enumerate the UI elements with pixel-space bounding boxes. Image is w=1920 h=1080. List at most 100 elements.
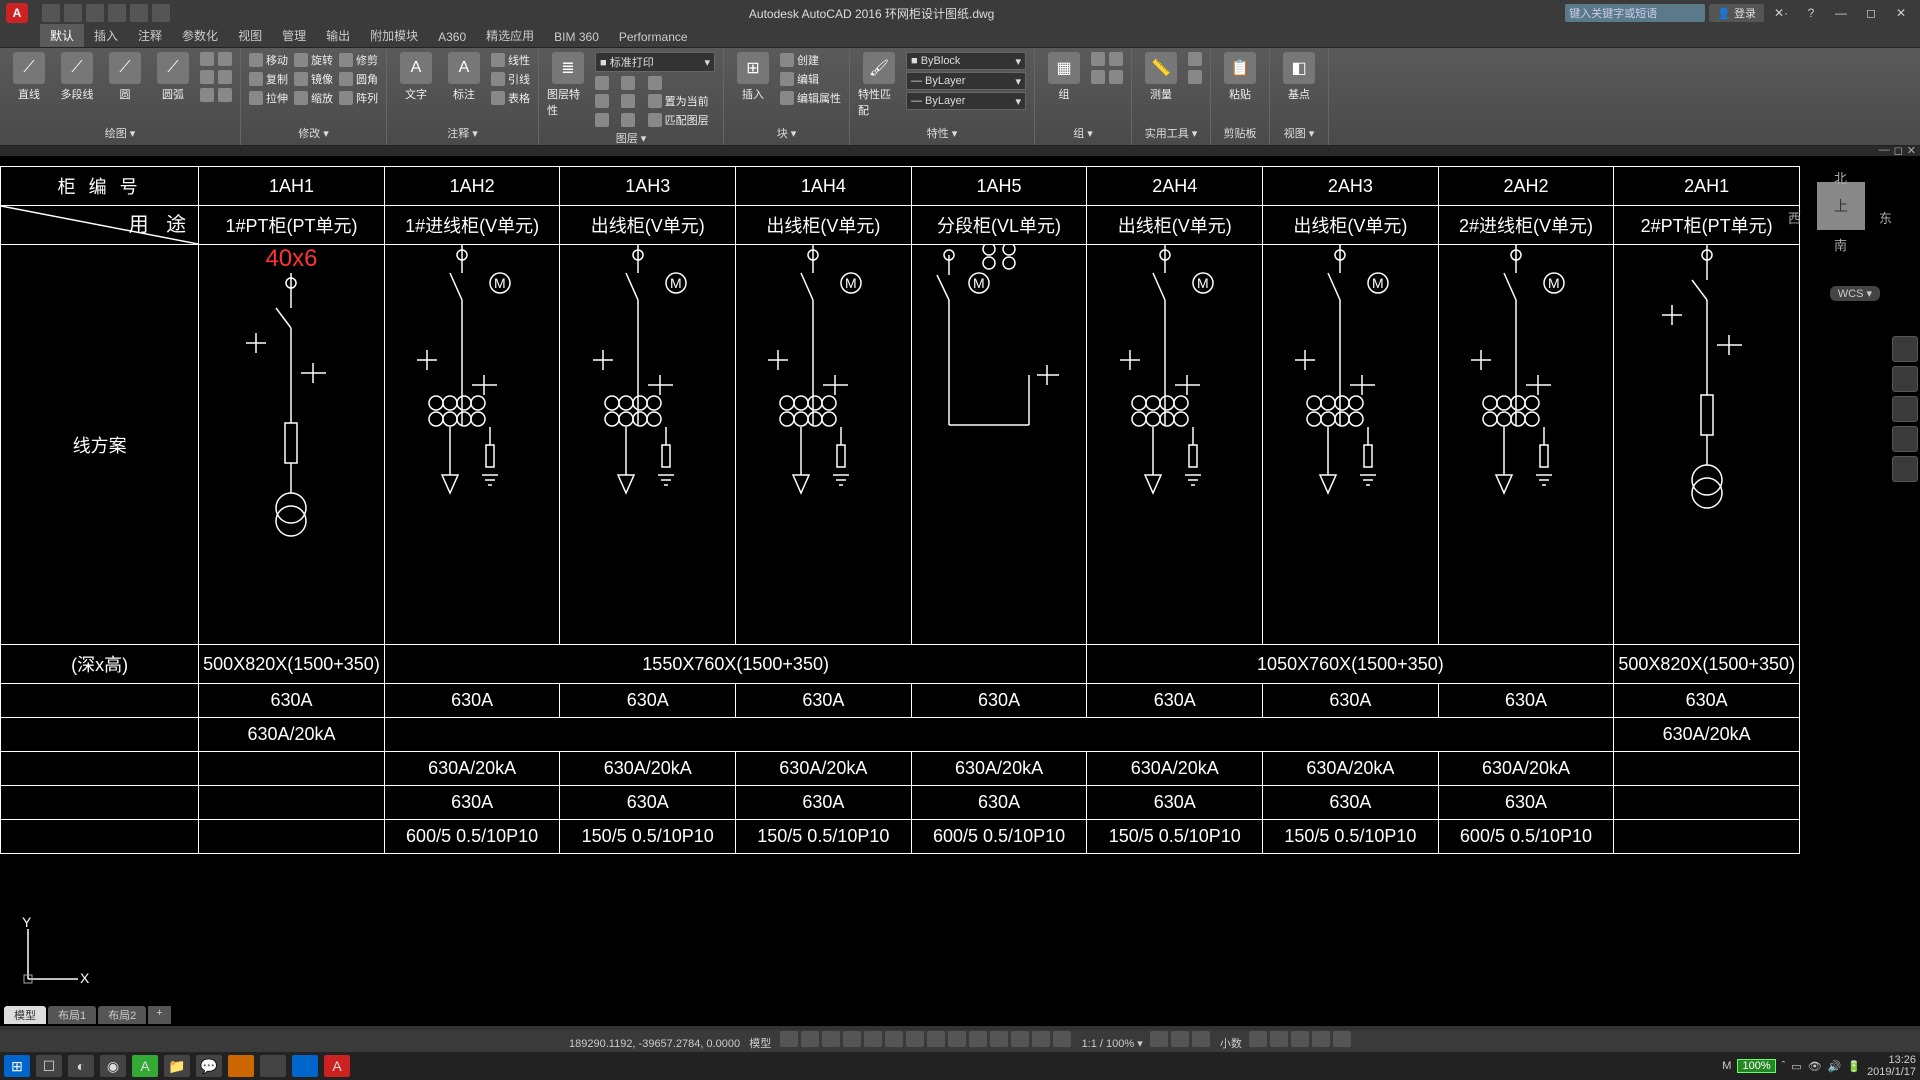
status-dyninput-icon[interactable] xyxy=(1032,1031,1050,1047)
tray-volume-icon[interactable]: 🔊 xyxy=(1828,1060,1842,1073)
status-scale[interactable]: 1:1 / 100% ▾ xyxy=(1078,1038,1147,1050)
exchange-icon[interactable]: ✕· xyxy=(1768,4,1794,22)
match-properties-button[interactable]: 🖌 特性匹配 xyxy=(858,52,900,118)
quick-calc-icon[interactable] xyxy=(1188,70,1202,84)
status-lineweight-icon[interactable] xyxy=(948,1031,966,1047)
status-customize-icon[interactable] xyxy=(1333,1031,1351,1047)
tray-network-icon[interactable]: 👁 xyxy=(1808,1060,1822,1073)
draw-多段线-button[interactable]: ⟋多段线 xyxy=(56,52,98,102)
status-workspace-icon[interactable] xyxy=(1192,1031,1210,1047)
status-dynamic-ucs-icon[interactable] xyxy=(1011,1031,1029,1047)
status-transparency-icon[interactable] xyxy=(969,1031,987,1047)
nav-pan-icon[interactable] xyxy=(1892,366,1918,392)
app-icon[interactable]: A xyxy=(6,3,28,23)
drawing-canvas[interactable]: 柜 编 号1AH11AH21AH31AH41AH52AH42AH32AH22AH… xyxy=(0,156,1920,1026)
paste-button[interactable]: 📋粘贴 xyxy=(1219,52,1261,102)
nav-orbit-icon[interactable] xyxy=(1892,426,1918,452)
arc-icon[interactable] xyxy=(200,52,214,66)
ellipse-icon[interactable] xyxy=(218,70,232,84)
insert-block-button[interactable]: ⊞ 插入 xyxy=(732,52,774,102)
qat-redo-icon[interactable] xyxy=(130,4,148,22)
status-osnap-icon[interactable] xyxy=(885,1031,903,1047)
status-units[interactable]: 小数 xyxy=(1216,1038,1246,1050)
help-icon[interactable]: ? xyxy=(1798,4,1824,22)
tray-action-center-icon[interactable]: ▭ xyxy=(1791,1060,1801,1073)
spline-icon[interactable] xyxy=(200,88,214,102)
annot-标注-button[interactable]: A标注 xyxy=(443,52,485,102)
draw-直线-button[interactable]: ⟋直线 xyxy=(8,52,50,102)
help-search-input[interactable]: 键入关键字或短语 xyxy=(1565,4,1705,22)
modify-拉伸-button[interactable]: 拉伸 xyxy=(249,90,288,106)
taskbar-app-5-icon[interactable] xyxy=(260,1055,286,1077)
modify-复制-button[interactable]: 复制 xyxy=(249,71,288,87)
ime-icon[interactable]: M xyxy=(1722,1060,1731,1072)
close-button[interactable]: ✕ xyxy=(1888,4,1914,22)
status-grid-icon[interactable] xyxy=(780,1031,798,1047)
status-annovis-icon[interactable] xyxy=(1171,1031,1189,1047)
ribbon-tab-0[interactable]: 默认 xyxy=(40,24,84,47)
modify-圆角-button[interactable]: 圆角 xyxy=(339,71,378,87)
modify-修剪-button[interactable]: 修剪 xyxy=(339,52,378,68)
ribbon-tab-1[interactable]: 插入 xyxy=(84,24,128,47)
ribbon-tab-2[interactable]: 注释 xyxy=(128,24,172,47)
qat-open-icon[interactable] xyxy=(64,4,82,22)
prop-combo-2[interactable]: — ByLayer▾ xyxy=(906,92,1026,110)
wcs-badge[interactable]: WCS ▾ xyxy=(1830,286,1880,301)
layout-tab-add[interactable]: + xyxy=(148,1006,170,1024)
status-otrack-icon[interactable] xyxy=(927,1031,945,1047)
ribbon-tab-3[interactable]: 参数化 xyxy=(172,24,228,47)
modify-缩放-button[interactable]: 缩放 xyxy=(294,90,333,106)
ribbon-tab-4[interactable]: 视图 xyxy=(228,24,272,47)
layer-tool-button[interactable] xyxy=(621,112,641,128)
qat-save-icon[interactable] xyxy=(86,4,104,22)
modify-阵列-button[interactable]: 阵列 xyxy=(339,90,378,106)
status-annoscale-icon[interactable] xyxy=(1150,1031,1168,1047)
task-view-icon[interactable]: ☐ xyxy=(36,1055,62,1077)
select-all-icon[interactable] xyxy=(1188,52,1202,66)
measure-button[interactable]: 📏测量 xyxy=(1140,52,1182,102)
taskbar-autocad-icon[interactable]: A xyxy=(324,1055,350,1077)
taskbar-app-1-icon[interactable]: ◐ xyxy=(68,1055,94,1077)
prop-combo-1[interactable]: — ByLayer▾ xyxy=(906,72,1026,90)
ribbon-tab-8[interactable]: A360 xyxy=(428,27,476,47)
status-snap-icon[interactable] xyxy=(801,1031,819,1047)
tray-chevron-up-icon[interactable]: ˆ xyxy=(1782,1060,1786,1072)
tray-clock[interactable]: 13:26 2019/1/17 xyxy=(1867,1054,1916,1078)
status-hardware-icon[interactable] xyxy=(1291,1031,1309,1047)
block-创建-button[interactable]: 创建 xyxy=(780,52,841,68)
maximize-button[interactable]: ◻ xyxy=(1858,4,1884,22)
status-cycling-icon[interactable] xyxy=(990,1031,1008,1047)
qat-undo-icon[interactable] xyxy=(108,4,126,22)
nav-wheel-icon[interactable] xyxy=(1892,336,1918,362)
group-edit-icon[interactable] xyxy=(1091,52,1105,66)
taskbar-explorer-icon[interactable]: 📁 xyxy=(164,1055,190,1077)
ribbon-tab-10[interactable]: BIM 360 xyxy=(544,27,609,47)
minimize-button[interactable]: — xyxy=(1828,4,1854,22)
layer-combo[interactable]: ■ 标准打印▾ xyxy=(595,52,715,72)
status-space[interactable]: 模型 xyxy=(749,1038,771,1050)
block-编辑-button[interactable]: 编辑 xyxy=(780,71,841,87)
status-isolate-icon[interactable] xyxy=(1270,1031,1288,1047)
base-view-button[interactable]: ◧基点 xyxy=(1278,52,1320,102)
status-3dosnap-icon[interactable] xyxy=(906,1031,924,1047)
taskbar-app-4-icon[interactable] xyxy=(228,1055,254,1077)
ribbon-tab-7[interactable]: 附加模块 xyxy=(360,24,428,47)
status-quickprops-icon[interactable] xyxy=(1053,1031,1071,1047)
layer-tool-button[interactable] xyxy=(621,93,641,109)
layer-tool-button[interactable] xyxy=(648,76,715,90)
ribbon-tab-5[interactable]: 管理 xyxy=(272,24,316,47)
group-bbox-icon[interactable] xyxy=(1091,70,1105,84)
layer-tool-button[interactable] xyxy=(595,112,615,128)
layout-tab-layout1[interactable]: 布局1 xyxy=(48,1006,96,1024)
qat-plot-icon[interactable] xyxy=(152,4,170,22)
draw-圆-button[interactable]: ⟋圆 xyxy=(104,52,146,102)
login-button[interactable]: 👤 登录 xyxy=(1709,4,1764,22)
nav-showmotion-icon[interactable] xyxy=(1892,456,1918,482)
modify-镜像-button[interactable]: 镜像 xyxy=(294,71,333,87)
group-manager-icon[interactable] xyxy=(1109,70,1123,84)
taskbar-wechat-icon[interactable]: 💬 xyxy=(196,1055,222,1077)
layout-tab-model[interactable]: 模型 xyxy=(4,1006,46,1024)
status-monitor-icon[interactable] xyxy=(1249,1031,1267,1047)
ribbon-tab-11[interactable]: Performance xyxy=(609,27,698,47)
hatch-icon[interactable] xyxy=(200,70,214,84)
